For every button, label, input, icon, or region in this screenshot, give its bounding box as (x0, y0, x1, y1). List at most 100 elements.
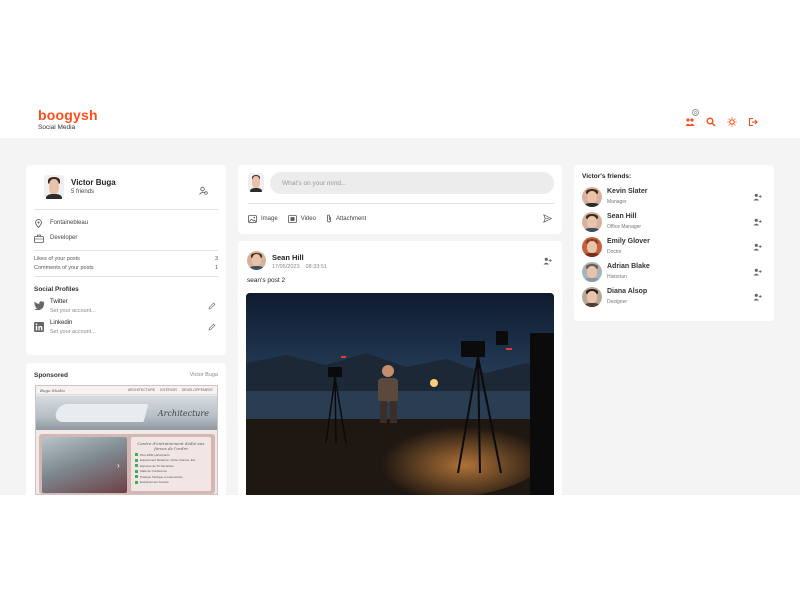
post-time: 08:33:51 (305, 264, 327, 270)
ad-body: › Centre d'entrainement dédié aux forces… (39, 434, 215, 494)
friend-role: Historian (607, 274, 627, 280)
ad-nav-item: INTERIOR (160, 388, 177, 392)
logout-icon[interactable] (748, 114, 758, 127)
stat-comments-label: Comments of your posts (34, 264, 94, 271)
friend-avatar[interactable] (582, 262, 602, 282)
profile-location-row: Fontainebleau (34, 216, 218, 231)
friend-name[interactable]: Adrian Blake (607, 263, 650, 270)
profile-avatar[interactable] (44, 175, 64, 199)
edit-linkedin-pencil-icon[interactable] (208, 323, 216, 331)
sponsored-ad-image[interactable]: Bugo Studio ARCHITECTURE INTERIOR DEVELO… (35, 385, 218, 495)
friend-name[interactable]: Kevin Slater (607, 188, 647, 195)
post-photo[interactable] (246, 293, 554, 495)
friend-item[interactable]: Diana Alsop Designer (582, 286, 766, 311)
friend-item[interactable]: Kevin Slater Manager (582, 186, 766, 211)
friend-avatar[interactable] (582, 237, 602, 257)
divider (34, 276, 218, 277)
app-page: boogysh Social Media 0 Victor Buga 5 fri… (0, 0, 800, 600)
post-author-name[interactable]: Sean Hill (272, 253, 304, 262)
search-icon[interactable] (706, 114, 716, 127)
night-camera-scene-image (246, 293, 554, 495)
friend-role: Manager (607, 199, 627, 205)
profile-header: Victor Buga 5 friends (34, 175, 218, 209)
post-author-avatar[interactable] (247, 251, 266, 270)
friend-avatar[interactable] (582, 212, 602, 232)
composer-avatar (248, 173, 264, 192)
manage-account-icon[interactable] (199, 182, 208, 195)
main-feed-area: Victor Buga 5 friends Fontainebleau Deve… (0, 138, 800, 495)
friend-avatar[interactable] (582, 187, 602, 207)
add-friend-icon[interactable] (543, 257, 552, 265)
ad-headline: Centre d'entrainement dédié aux forces d… (137, 441, 205, 451)
ad-nav-item: ARCHITECTURE (127, 388, 156, 392)
profile-card: Victor Buga 5 friends Fontainebleau Deve… (26, 165, 226, 355)
social-linkedin: Linkedin Set your account... (34, 320, 218, 341)
linkedin-icon (34, 322, 44, 332)
top-header: boogysh Social Media 0 (0, 100, 800, 138)
briefcase-icon (34, 234, 44, 243)
ad-nav: ARCHITECTURE INTERIOR DEVELOPPEMENT (128, 388, 213, 392)
ad-bullet: Espaces de Tir Sécurisés (135, 464, 207, 468)
ad-logo: Bugo Studio (40, 388, 65, 393)
notification-badge: 0 (692, 109, 699, 116)
add-attachment-button[interactable]: Attachment (326, 214, 366, 223)
add-friend-icon[interactable] (753, 243, 762, 251)
stat-likes-value: 3 (214, 255, 218, 262)
friends-title: Victor's friends: (582, 173, 632, 180)
add-friend-icon[interactable] (753, 193, 762, 201)
edit-twitter-pencil-icon[interactable] (208, 302, 216, 310)
video-icon (287, 214, 297, 223)
social-twitter: Twitter Set your account... (34, 299, 218, 320)
linkedin-value: Set your account... (50, 329, 96, 335)
profile-location: Fontainebleau (50, 220, 89, 226)
ad-topbar: Bugo Studio ARCHITECTURE INTERIOR DEVELO… (36, 386, 217, 395)
add-image-button[interactable]: Image (248, 214, 278, 223)
post-date: 17/05/2023 (272, 264, 300, 270)
sponsored-title: Sponsored (34, 372, 68, 379)
profile-occupation-row: Developer (34, 231, 218, 246)
linkedin-name: Linkedin (50, 320, 73, 326)
ad-bullet: Entraînement Avancé (135, 480, 207, 484)
twitter-name: Twitter (50, 299, 68, 305)
ad-text-panel: Centre d'entrainement dédié aux forces d… (131, 437, 211, 491)
ad-banner: Architecture (36, 396, 217, 430)
friend-item[interactable]: Adrian Blake Historian (582, 261, 766, 286)
sponsored-card: Sponsored Victor Buga Bugo Studio ARCHIT… (26, 363, 226, 495)
add-video-button[interactable]: Video (287, 214, 316, 223)
header-actions: 0 (685, 109, 758, 127)
brand[interactable]: boogysh Social Media (38, 107, 98, 132)
friend-avatar[interactable] (582, 287, 602, 307)
location-pin-icon (35, 219, 42, 228)
friends-notification-icon[interactable]: 0 (685, 109, 699, 126)
social-profiles-title: Social Profiles (34, 286, 79, 293)
paperclip-icon (327, 214, 331, 223)
friends-card: Victor's friends: Kevin Slater Manager S… (574, 165, 774, 321)
twitter-icon (34, 301, 45, 310)
sponsored-by: Victor Buga (189, 372, 218, 378)
ad-nav-item: DEVELOPPEMENT (181, 388, 213, 392)
post-composer: Image Video Attachment (238, 165, 562, 234)
profile-friends-count: 5 friends (71, 189, 95, 195)
friend-role: Doctor (607, 249, 622, 255)
ad-bullet: Pratique Tactique et Intervention (135, 475, 207, 479)
add-friend-icon[interactable] (753, 218, 762, 226)
stat-likes: Likes of your posts 3 (34, 254, 218, 263)
post-input[interactable] (270, 172, 554, 194)
friend-name[interactable]: Diana Alsop (607, 288, 647, 295)
ad-bullet: Plus 2000 participants (135, 453, 207, 457)
ad-photo (42, 437, 127, 493)
friend-name[interactable]: Sean Hill (607, 213, 637, 220)
theme-toggle-sun-icon[interactable] (727, 114, 737, 127)
ad-bullet: Equipement Moderne: Vélos, Rames, Etc. (135, 458, 207, 462)
friend-name[interactable]: Emily Glover (607, 238, 650, 245)
friend-item[interactable]: Emily Glover Doctor (582, 236, 766, 261)
ad-banner-word: Architecture (157, 409, 209, 418)
post-card: Sean Hill 17/05/2023 08:33:51 sean's pos… (238, 241, 562, 495)
send-post-icon[interactable] (543, 214, 552, 223)
profile-name[interactable]: Victor Buga (71, 178, 116, 187)
friend-item[interactable]: Sean Hill Office Manager (582, 211, 766, 236)
friend-role: Office Manager (607, 224, 642, 230)
twitter-value: Set your account... (50, 308, 96, 314)
add-friend-icon[interactable] (753, 268, 762, 276)
add-friend-icon[interactable] (753, 293, 762, 301)
